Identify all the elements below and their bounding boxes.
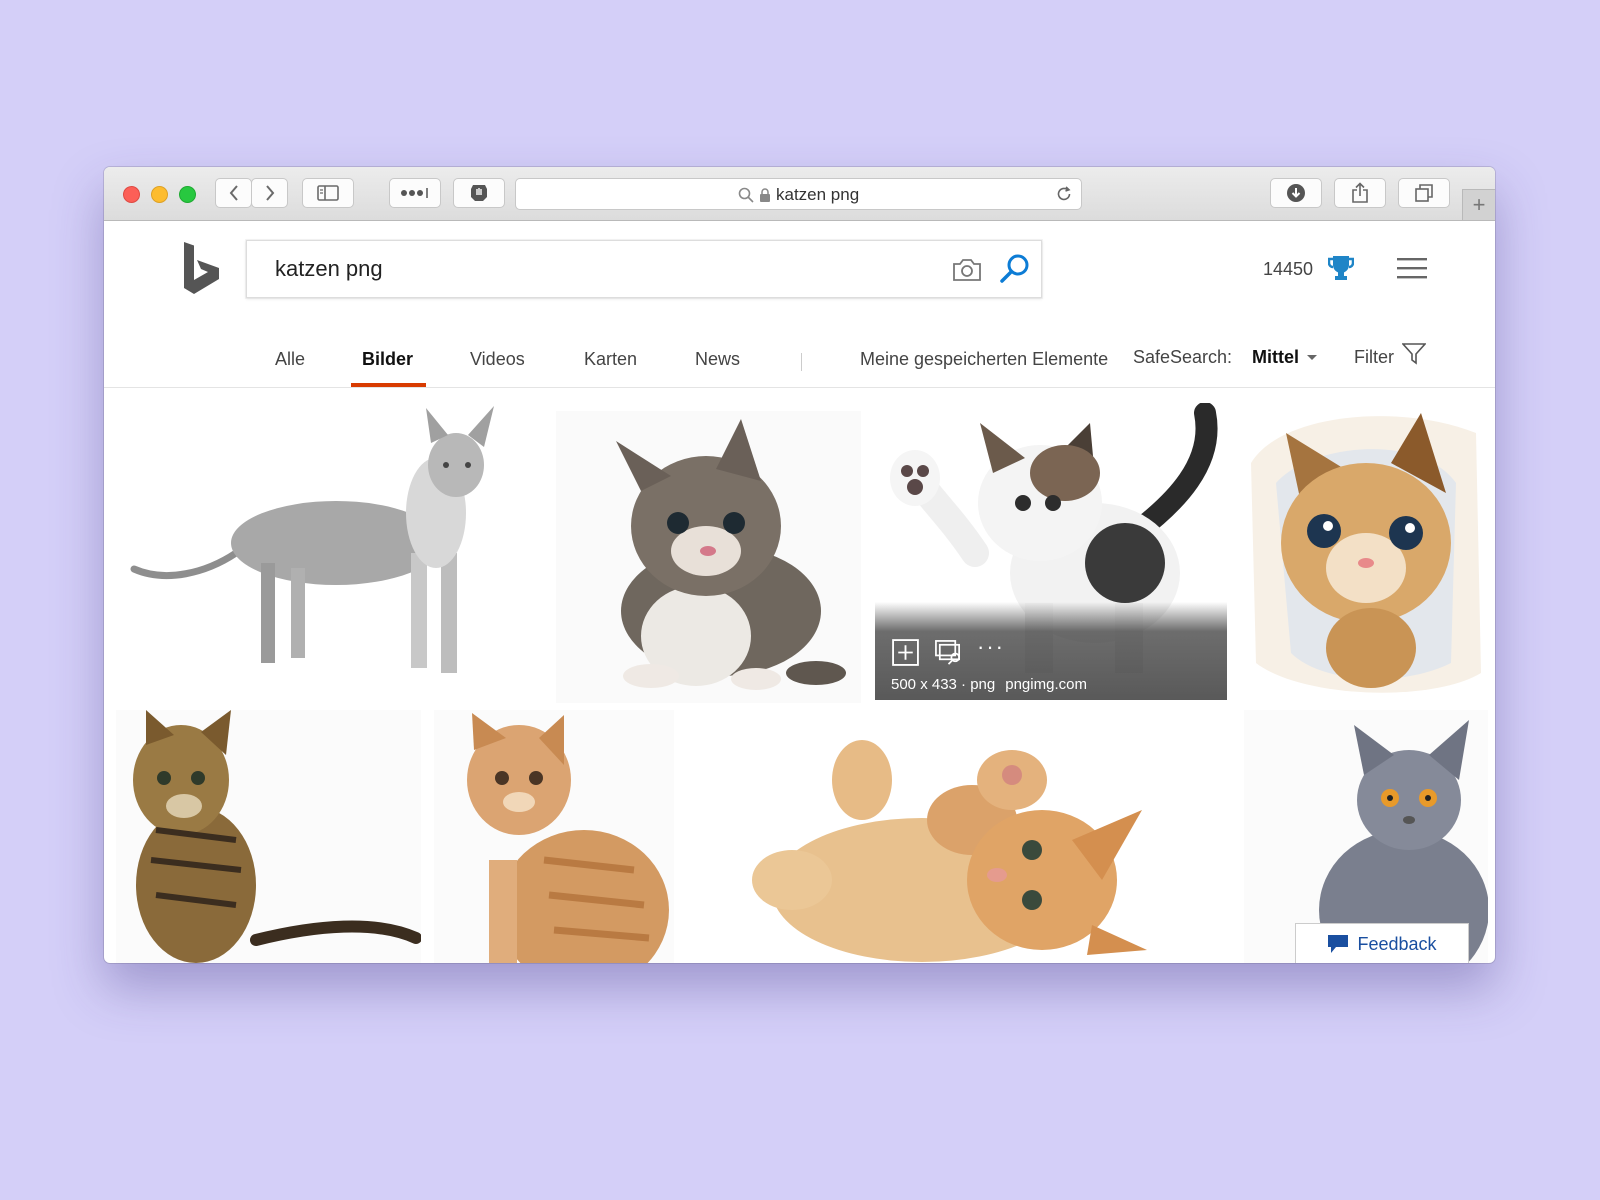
address-text: katzen png <box>776 185 860 204</box>
privacy-shield-button[interactable] <box>453 178 505 208</box>
safesearch-dropdown[interactable]: Mittel <box>1252 347 1299 368</box>
scope-alle[interactable]: Alle <box>275 349 305 370</box>
zoom-window-button[interactable] <box>179 186 196 203</box>
filter-icon[interactable] <box>1402 343 1426 365</box>
peeking-cat-image <box>1251 413 1481 693</box>
lock-icon <box>760 188 770 202</box>
lying-kitten-image <box>752 740 1147 962</box>
sidebar-icon <box>317 185 339 201</box>
back-button[interactable] <box>215 178 252 208</box>
plus-icon: + <box>1472 192 1486 217</box>
address-bar[interactable]: katzen png <box>515 178 1082 210</box>
filter-button[interactable]: Filter <box>1354 347 1394 368</box>
image-result-tabby-kitten[interactable] <box>556 411 861 703</box>
image-result-bengal-cat[interactable] <box>116 710 421 963</box>
scope-karten[interactable]: Karten <box>584 349 637 370</box>
image-result-orange-cat[interactable] <box>434 710 674 963</box>
image-result-waving-kitten[interactable]: ··· 500 x 433 · png pngimg.com <box>875 403 1227 700</box>
share-button[interactable] <box>1334 178 1386 208</box>
speech-bubble-icon <box>1328 935 1349 953</box>
scope-bar: Alle Bilder Videos Karten News Meine ges… <box>104 337 1495 388</box>
dots-icon <box>401 188 428 198</box>
grey-cat-image <box>130 406 494 673</box>
feedback-button[interactable]: Feedback <box>1295 923 1469 963</box>
scope-news[interactable]: News <box>695 349 740 370</box>
visual-search-icon[interactable] <box>934 639 963 666</box>
image-result-grey-cat[interactable] <box>116 403 516 701</box>
share-icon <box>1352 182 1368 203</box>
browser-window: katzen png + 14450 <box>104 167 1495 963</box>
orange-cat-image <box>434 710 674 963</box>
search-input[interactable] <box>275 253 895 285</box>
active-scope-underline <box>351 383 426 387</box>
caret-down-icon[interactable] <box>1307 355 1317 360</box>
more-options-icon[interactable]: ··· <box>977 634 1005 660</box>
new-tab-button[interactable]: + <box>1462 189 1495 220</box>
feedback-label: Feedback <box>1357 933 1437 954</box>
trophy-icon[interactable] <box>1328 254 1354 282</box>
minimize-window-button[interactable] <box>151 186 168 203</box>
image-result-peeking-cat[interactable] <box>1241 403 1488 701</box>
scope-videos[interactable]: Videos <box>470 349 525 370</box>
search-box <box>246 240 1042 298</box>
forward-button[interactable] <box>251 178 288 208</box>
saved-items-link[interactable]: Meine gespeicherten Elemente <box>860 349 1108 370</box>
tabs-icon <box>1415 184 1433 202</box>
camera-icon[interactable] <box>952 258 982 282</box>
image-source[interactable]: pngimg.com <box>1005 676 1087 693</box>
search-icon[interactable] <box>999 253 1031 285</box>
extensions-button[interactable] <box>389 178 441 208</box>
scope-bilder[interactable]: Bilder <box>362 349 413 370</box>
tabby-kitten-image <box>556 411 861 703</box>
hamburger-menu-icon[interactable] <box>1396 256 1428 280</box>
browser-toolbar: katzen png + <box>104 167 1495 221</box>
sidebar-button[interactable] <box>302 178 354 208</box>
bing-logo[interactable] <box>182 242 220 294</box>
hand-shield-icon <box>471 185 487 201</box>
tabs-overview-button[interactable] <box>1398 178 1450 208</box>
image-hover-overlay: ··· 500 x 433 · png pngimg.com <box>875 602 1227 700</box>
close-window-button[interactable] <box>123 186 140 203</box>
chevron-left-icon <box>229 185 238 201</box>
rewards-points[interactable]: 14450 <box>1263 259 1313 280</box>
download-icon <box>1287 184 1305 202</box>
image-dimensions: 500 x 433 · png <box>891 676 996 693</box>
image-result-lying-kitten[interactable] <box>742 710 1182 963</box>
scope-separator <box>801 353 802 371</box>
search-icon <box>738 187 754 203</box>
add-collection-icon[interactable] <box>891 638 920 667</box>
reload-icon[interactable] <box>1055 185 1073 203</box>
chevron-right-icon <box>265 185 274 201</box>
safesearch-label: SafeSearch: <box>1133 347 1233 367</box>
downloads-button[interactable] <box>1270 178 1322 208</box>
bengal-cat-image <box>116 710 421 963</box>
